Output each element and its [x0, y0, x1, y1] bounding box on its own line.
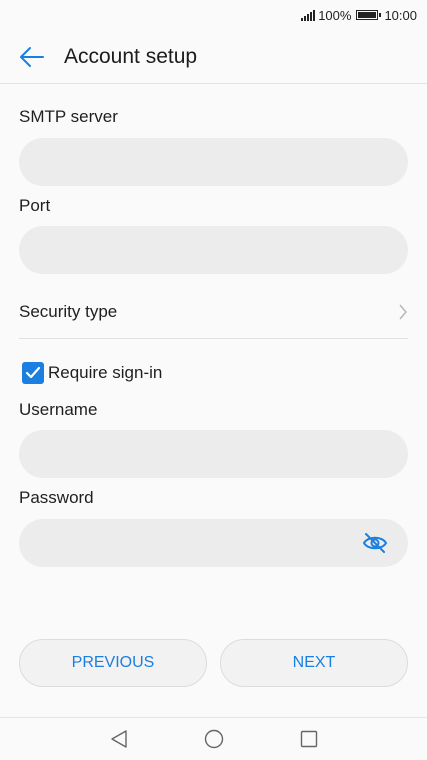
require-signin-label: Require sign-in — [48, 363, 163, 382]
chevron-right-icon — [399, 304, 407, 320]
previous-button[interactable]: PREVIOUS — [19, 639, 207, 687]
back-button[interactable] — [6, 30, 58, 84]
security-type-label: Security type — [19, 302, 118, 321]
toggle-password-visibility-button[interactable] — [360, 530, 390, 556]
home-circle-icon — [204, 729, 223, 749]
port-label: Port — [19, 196, 51, 215]
password-input[interactable] — [19, 519, 408, 567]
status-bar: 100% 10:00 — [0, 0, 427, 30]
battery-icon — [356, 10, 382, 20]
username-label: Username — [19, 400, 98, 419]
clock: 10:00 — [384, 7, 417, 23]
next-button[interactable]: NEXT — [220, 639, 408, 687]
battery-percent: 100% — [318, 7, 352, 23]
require-signin-checkbox-row[interactable]: Require sign-in — [22, 362, 162, 384]
security-type-row[interactable]: Security type — [19, 286, 408, 339]
nav-recents-button[interactable] — [261, 718, 356, 760]
back-triangle-icon — [110, 730, 127, 748]
page-title: Account setup — [64, 44, 198, 68]
password-label: Password — [19, 488, 94, 507]
require-signin-checkbox[interactable] — [22, 362, 44, 384]
checkmark-icon — [25, 366, 41, 379]
smtp-server-label: SMTP server — [19, 107, 118, 126]
smtp-server-input[interactable] — [19, 138, 408, 186]
username-input[interactable] — [19, 430, 408, 478]
nav-back-button[interactable] — [71, 718, 166, 760]
signal-icon — [301, 9, 316, 21]
nav-home-button[interactable] — [166, 718, 261, 760]
app-bar: Account setup — [0, 30, 427, 84]
arrow-left-icon — [20, 46, 44, 67]
recents-square-icon — [300, 730, 317, 748]
screen: 100% 10:00 Account setup SMTP server Por… — [0, 0, 427, 760]
eye-off-icon — [362, 533, 388, 553]
port-input[interactable] — [19, 226, 408, 274]
navigation-bar — [0, 717, 427, 760]
